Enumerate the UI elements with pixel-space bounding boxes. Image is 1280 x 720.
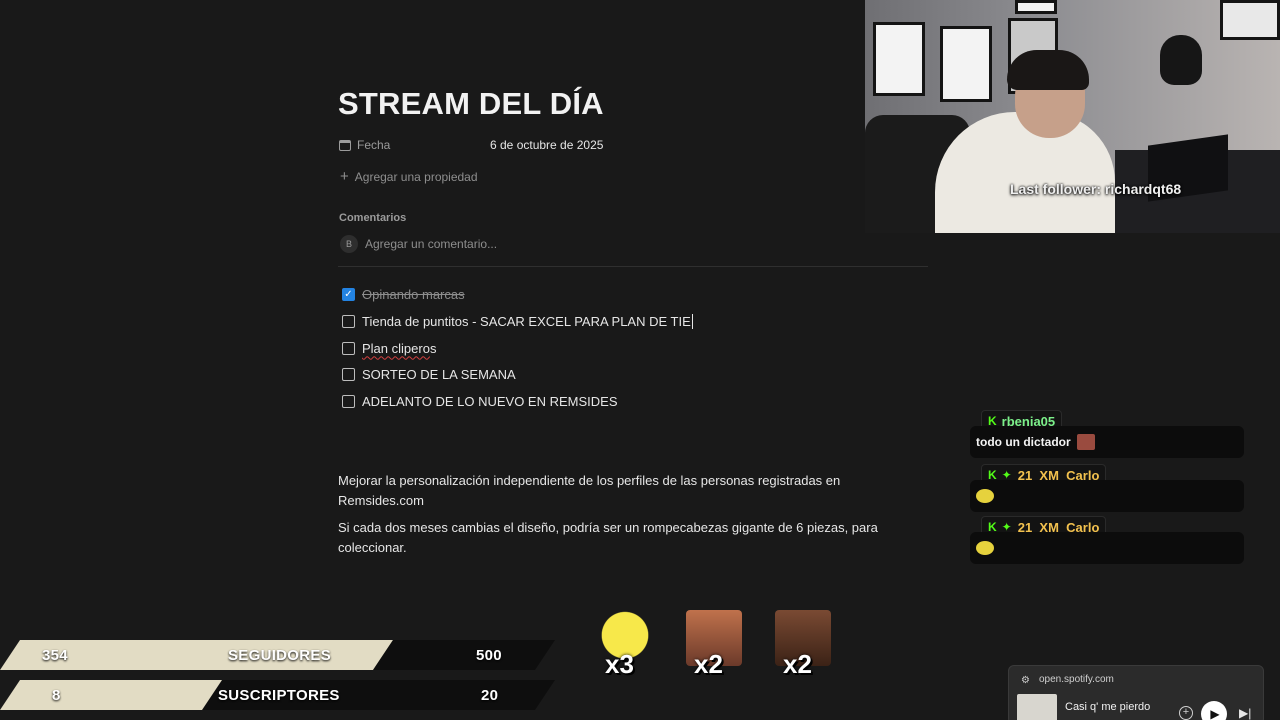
emote-icon: [976, 541, 994, 555]
emote-counter: x3: [597, 610, 653, 679]
media-source-url: open.spotify.com: [1039, 674, 1114, 685]
todo-text-part: Plan clipero: [362, 340, 430, 356]
comment-placeholder: Agregar un comentario...: [365, 237, 498, 251]
page-title[interactable]: STREAM DEL DÍA: [338, 86, 604, 122]
emote-counter: x2: [775, 610, 831, 679]
todo-item[interactable]: Tienda de puntitos - SACAR EXCEL PARA PL…: [342, 312, 693, 330]
todo-item[interactable]: SORTEO DE LA SEMANA: [342, 365, 516, 383]
goal-current: 8: [52, 686, 61, 704]
checkbox[interactable]: [342, 367, 355, 381]
todo-item[interactable]: Plan cliperos: [342, 339, 436, 357]
goal-current: 354: [42, 646, 68, 664]
checkbox-checked[interactable]: ✓: [342, 287, 355, 301]
wall-poster: [1015, 0, 1057, 14]
property-label: Fecha: [357, 138, 391, 152]
paragraph[interactable]: Si cada dos meses cambias el diseño, pod…: [338, 518, 898, 558]
checkbox[interactable]: [342, 314, 355, 328]
comment-input[interactable]: B Agregar un comentario...: [340, 235, 497, 253]
play-button[interactable]: ▶: [1201, 701, 1227, 720]
subscribers-goal-bar: 8 SUSCRIPTORES 20: [0, 680, 555, 710]
wall-poster: [873, 22, 925, 96]
todo-text[interactable]: Plan cliperos: [362, 341, 436, 356]
album-art: [1017, 694, 1057, 720]
chat-message: todo un dictador: [970, 426, 1244, 458]
webcam-feed: [865, 0, 1280, 233]
wall-poster: [940, 26, 992, 102]
goal-bar-fill: [0, 680, 222, 710]
divider: [338, 266, 928, 267]
goal-target: 500: [476, 646, 502, 664]
chat-message: [970, 480, 1244, 512]
todo-text[interactable]: SORTEO DE LA SEMANA: [362, 367, 516, 382]
sliders-icon: ⚙: [1021, 675, 1030, 686]
avatar: B: [340, 235, 358, 253]
spotify-media-widget: ⚙ open.spotify.com Casi q' me pierdo + ▶…: [1008, 665, 1264, 720]
todo-text[interactable]: Opinando marcas: [362, 287, 465, 302]
add-property-button[interactable]: + Agregar una propiedad: [340, 168, 478, 185]
followers-goal-bar: 354 SEGUIDORES 500: [0, 640, 555, 670]
property-date[interactable]: Fecha 6 de octubre de 2025: [339, 137, 603, 153]
calendar-icon: [339, 139, 351, 151]
comments-heading: Comentarios: [339, 212, 407, 224]
plus-icon: +: [340, 168, 349, 185]
checkbox[interactable]: [342, 394, 355, 408]
add-property-label: Agregar una propiedad: [354, 170, 478, 184]
emote-counter: x2: [686, 610, 742, 679]
property-value[interactable]: 6 de octubre de 2025: [490, 138, 603, 152]
streamer-hair: [1007, 50, 1089, 90]
emote-icon: [976, 489, 994, 503]
add-to-library-icon[interactable]: +: [1179, 706, 1193, 720]
song-title: Casi q' me pierdo: [1065, 701, 1151, 713]
last-follower-label: Last follower: richardqt68: [1010, 181, 1182, 197]
emote-count: x2: [783, 649, 812, 679]
goal-label: SUSCRIPTORES: [218, 686, 340, 704]
emote-count: x3: [605, 649, 634, 679]
todo-item[interactable]: ADELANTO DE LO NUEVO EN REMSIDES: [342, 392, 618, 410]
emote-count: x2: [694, 649, 723, 679]
cap: [1160, 35, 1202, 85]
skip-next-icon[interactable]: ▶|: [1239, 706, 1251, 720]
todo-text[interactable]: ADELANTO DE LO NUEVO EN REMSIDES: [362, 394, 618, 409]
chat-message: [970, 532, 1244, 564]
paragraph[interactable]: Mejorar la personalización independiente…: [338, 471, 898, 511]
wall-poster: [1220, 0, 1280, 40]
todo-text[interactable]: Tienda de puntitos - SACAR EXCEL PARA PL…: [362, 314, 691, 329]
message-text: todo un dictador: [976, 435, 1071, 449]
todo-item[interactable]: ✓ Opinando marcas: [342, 285, 465, 303]
emote-icon: [1076, 434, 1095, 450]
text-cursor: [691, 313, 693, 329]
todo-text-part: s: [429, 340, 437, 356]
checkbox[interactable]: [342, 341, 355, 355]
goal-label: SEGUIDORES: [228, 646, 332, 664]
goal-target: 20: [481, 686, 499, 704]
